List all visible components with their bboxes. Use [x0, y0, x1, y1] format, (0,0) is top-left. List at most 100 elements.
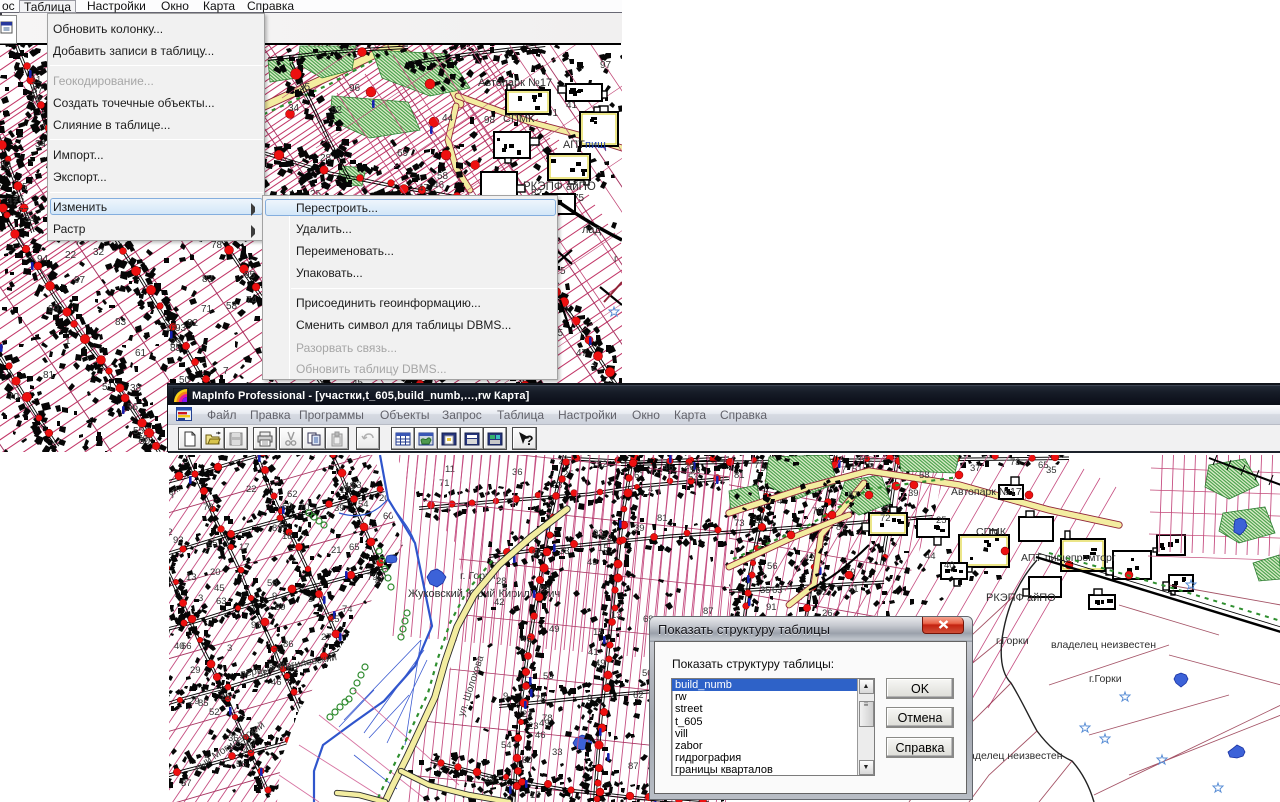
svg-text:3: 3: [198, 593, 203, 604]
svg-text:34: 34: [288, 103, 300, 114]
svg-text:32: 32: [93, 247, 105, 258]
svg-text:?: ?: [525, 432, 534, 448]
svg-text:89: 89: [540, 584, 551, 595]
svg-text:г.Горки: г.Горки: [1089, 673, 1122, 685]
svg-text:46: 46: [521, 634, 532, 645]
svg-text:25: 25: [936, 515, 947, 526]
svg-text:98: 98: [251, 620, 262, 631]
svg-text:47: 47: [418, 183, 430, 194]
svg-text:39: 39: [634, 523, 645, 534]
svg-text:5: 5: [502, 583, 507, 594]
svg-text:83: 83: [115, 317, 127, 328]
svg-text:63: 63: [216, 596, 227, 607]
svg-text:65: 65: [349, 542, 360, 553]
svg-text:52: 52: [331, 105, 343, 116]
svg-text:56: 56: [767, 561, 778, 572]
svg-text:АПТ: АПТ: [563, 139, 585, 151]
svg-text:42: 42: [494, 597, 505, 608]
svg-text:15: 15: [593, 627, 604, 638]
svg-text:аделец неизвестен: аделец неизвестен: [969, 750, 1063, 762]
svg-text:46: 46: [663, 462, 674, 473]
svg-text:39: 39: [334, 503, 345, 514]
svg-text:81: 81: [43, 370, 55, 381]
svg-text:РКЭПФ айПО: РКЭПФ айПО: [523, 181, 596, 193]
svg-text:85: 85: [198, 698, 209, 709]
svg-text:5: 5: [560, 266, 566, 277]
svg-text:19: 19: [220, 692, 231, 703]
svg-text:29: 29: [169, 575, 172, 586]
svg-text:61: 61: [135, 348, 147, 359]
svg-text:78: 78: [535, 694, 546, 705]
svg-text:20: 20: [210, 567, 221, 578]
svg-text:58: 58: [919, 470, 930, 481]
svg-text:97: 97: [600, 60, 612, 71]
svg-text:3: 3: [308, 594, 313, 605]
svg-text:Автопарк №17: Автопарк №17: [478, 77, 552, 89]
svg-text:40: 40: [944, 560, 955, 571]
svg-text:62: 62: [633, 690, 644, 701]
svg-text:34: 34: [35, 139, 47, 150]
svg-text:79: 79: [30, 94, 42, 105]
svg-text:98: 98: [484, 115, 496, 126]
svg-text:56: 56: [236, 759, 247, 770]
svg-text:56: 56: [169, 608, 170, 619]
svg-text:51: 51: [102, 382, 114, 393]
svg-text:56: 56: [690, 465, 701, 476]
svg-text:46: 46: [271, 677, 282, 688]
svg-text:45: 45: [214, 583, 225, 594]
svg-text:22: 22: [246, 484, 257, 495]
svg-text:лад: лад: [582, 224, 602, 236]
svg-text:43: 43: [243, 745, 254, 756]
svg-text:49: 49: [587, 557, 598, 568]
svg-text:54: 54: [358, 499, 369, 510]
svg-text:33: 33: [552, 747, 563, 758]
svg-text:60: 60: [282, 501, 293, 512]
svg-text:60: 60: [522, 755, 533, 766]
svg-text:46: 46: [535, 730, 546, 741]
svg-text:95: 95: [244, 270, 256, 281]
svg-text:70: 70: [8, 392, 20, 403]
svg-text:9: 9: [272, 591, 277, 602]
svg-text:РКЭПФ айПО: РКЭПФ айПО: [986, 592, 1056, 604]
svg-text:93: 93: [173, 535, 184, 546]
svg-text:38: 38: [130, 383, 142, 394]
svg-text:73: 73: [1010, 457, 1021, 468]
svg-text:81: 81: [734, 470, 745, 481]
svg-text:41: 41: [588, 647, 599, 658]
svg-text:44: 44: [442, 113, 454, 124]
svg-text:92: 92: [187, 318, 199, 329]
svg-text:39: 39: [908, 488, 919, 499]
svg-text:70: 70: [299, 502, 310, 513]
svg-text:Автопарк №17: Автопарк №17: [951, 486, 1022, 498]
svg-text:47: 47: [7, 197, 19, 208]
svg-text:96: 96: [532, 548, 543, 559]
svg-text:58: 58: [267, 578, 278, 589]
svg-text:25: 25: [329, 614, 340, 625]
svg-text:87: 87: [628, 761, 639, 772]
svg-text:49: 49: [595, 658, 606, 669]
svg-text:52: 52: [597, 459, 608, 470]
svg-text:21: 21: [331, 545, 342, 556]
svg-text:97: 97: [74, 275, 86, 286]
svg-text:32: 32: [277, 519, 288, 530]
svg-text:36: 36: [512, 467, 523, 478]
svg-text:35: 35: [760, 585, 771, 596]
svg-text:81: 81: [657, 513, 668, 524]
svg-text:7: 7: [273, 647, 278, 658]
svg-text:19: 19: [340, 485, 351, 496]
svg-text:54: 54: [501, 740, 512, 751]
svg-text:63: 63: [772, 585, 783, 596]
svg-text:пищ: пищ: [585, 139, 606, 151]
svg-text:11: 11: [31, 75, 42, 86]
svg-text:71: 71: [439, 478, 450, 489]
svg-text:13: 13: [186, 572, 197, 583]
svg-text:93: 93: [175, 323, 187, 334]
svg-text:г.Горки: г.Горки: [996, 635, 1029, 647]
svg-text:49: 49: [539, 718, 550, 729]
svg-text:63: 63: [351, 480, 362, 491]
svg-text:17: 17: [239, 542, 250, 553]
svg-text:74: 74: [342, 604, 353, 615]
svg-text:5: 5: [22, 182, 28, 193]
svg-text:22: 22: [65, 250, 77, 261]
svg-text:94: 94: [37, 254, 49, 265]
